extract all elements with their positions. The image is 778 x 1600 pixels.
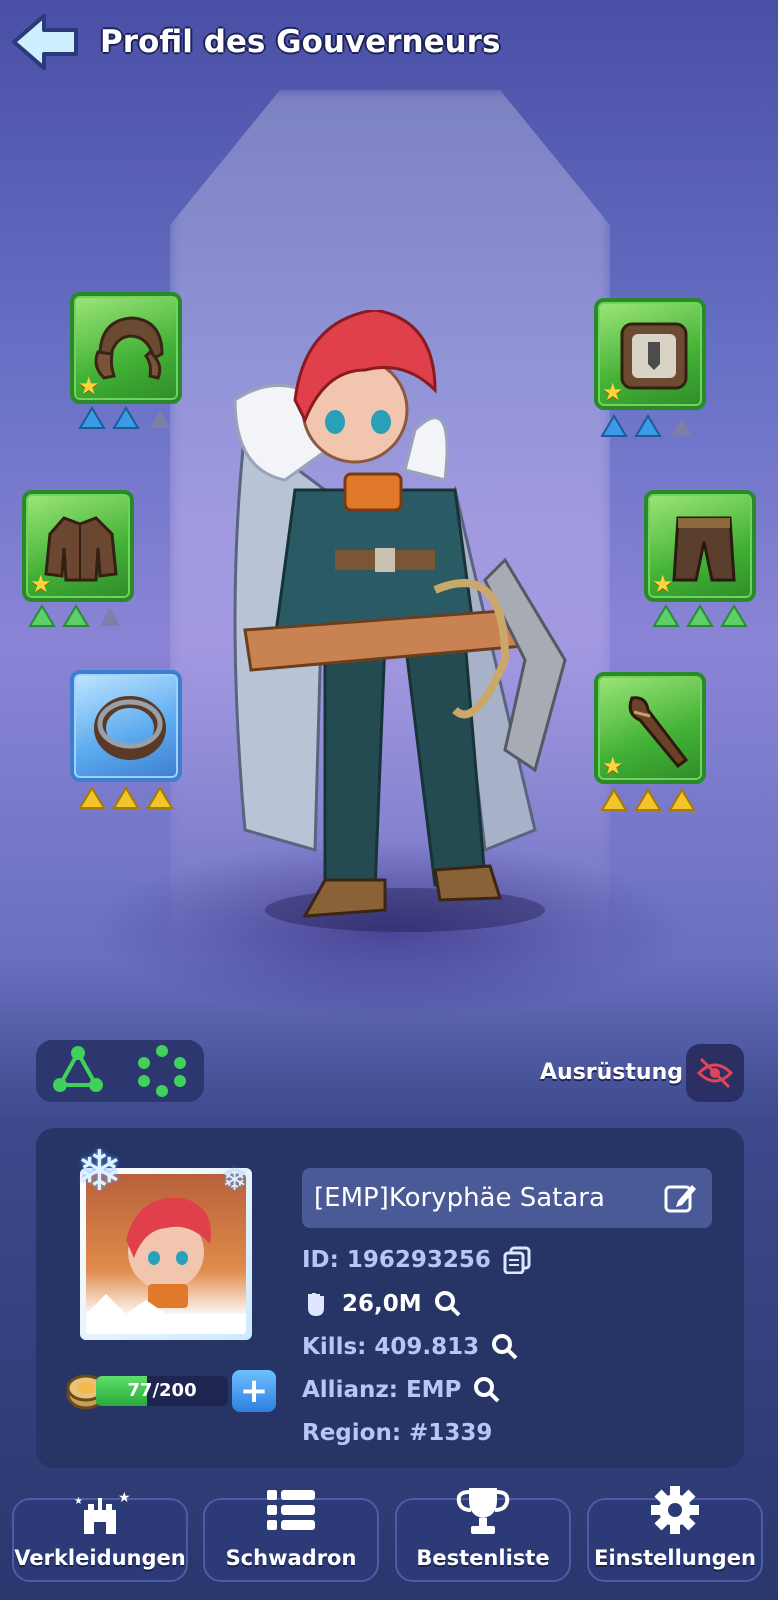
xp-progress-text: 77/200: [127, 1380, 197, 1401]
equipment-slot-helmet[interactable]: ★: [70, 292, 182, 404]
leaderboard-label: Bestenliste: [416, 1546, 550, 1570]
talent-toggle-group: [36, 1040, 204, 1102]
kills-row: Kills: 409.813: [302, 1333, 519, 1361]
equipment-slot-chest[interactable]: ★: [22, 490, 134, 602]
tier-triangle-icon: [62, 604, 90, 627]
squad-button[interactable]: Schwadron: [203, 1490, 379, 1582]
shield-badge-icon: [620, 322, 688, 390]
tier-triangle-icon: [146, 786, 174, 809]
tier-triangle-icon: [686, 604, 714, 627]
governor-id-row: ID: 196293256: [302, 1246, 531, 1274]
tier-triangle-icon: [112, 406, 140, 429]
star-icon: ★: [602, 378, 624, 406]
toggle-equipment-visibility-button[interactable]: [686, 1044, 744, 1102]
governor-name: [EMP]Koryphäe Satara: [314, 1183, 605, 1213]
equipment-slot-ring[interactable]: [70, 670, 182, 782]
squad-label: Schwadron: [225, 1546, 357, 1570]
tier-triangle-icon: [652, 604, 680, 627]
kills-value: Kills: 409.813: [302, 1334, 480, 1360]
tier-triangle-icon: [112, 786, 140, 809]
circle-nodes-icon[interactable]: [134, 1043, 190, 1099]
star-icon: ★: [602, 752, 624, 780]
search-icon[interactable]: [434, 1290, 462, 1318]
arrow-left-icon: [12, 14, 78, 70]
equipment-slot-weapon[interactable]: ★: [594, 672, 706, 784]
gear-icon: [651, 1486, 699, 1534]
xp-progress-bar: 77/200: [96, 1376, 228, 1406]
costumes-button[interactable]: ★ ★ Verkleidungen: [12, 1490, 188, 1582]
tier-triangle-icon: [28, 604, 56, 627]
triangle-nodes-icon[interactable]: [50, 1043, 106, 1099]
back-button[interactable]: [10, 12, 80, 72]
tier-triangle-icon: [668, 788, 696, 811]
eye-hidden-icon: [696, 1057, 734, 1089]
leaderboard-button[interactable]: Bestenliste: [395, 1488, 571, 1582]
fist-icon: [308, 1293, 324, 1316]
pants-icon: [672, 516, 736, 582]
snowflake-icon: ❄: [222, 1163, 248, 1198]
plus-icon: +: [239, 1371, 269, 1411]
settings-button[interactable]: Einstellungen: [587, 1486, 763, 1582]
tier-indicators: [28, 604, 124, 628]
tier-triangle-icon: [78, 406, 106, 429]
star-icon: ★: [652, 570, 674, 598]
star-icon: ★: [78, 372, 100, 400]
power-value: 26,0M: [342, 1291, 422, 1317]
equipment-label: Ausrüstung: [540, 1060, 683, 1085]
ring-icon: [94, 696, 166, 760]
tier-triangle-icon: [78, 786, 106, 809]
tier-indicators: [652, 604, 748, 628]
search-icon[interactable]: [491, 1333, 519, 1361]
costumes-label: Verkleidungen: [14, 1546, 186, 1570]
tier-indicators: [78, 786, 174, 810]
alliance-row: Allianz: EMP: [302, 1376, 501, 1404]
snowflake-icon: ❄: [76, 1139, 123, 1204]
search-icon[interactable]: [473, 1376, 501, 1404]
castle-icon: ★ ★: [74, 1490, 130, 1534]
governor-name-field: [EMP]Koryphäe Satara: [302, 1168, 712, 1228]
tier-indicators: [600, 788, 696, 812]
governor-id: ID: 196293256: [302, 1247, 491, 1273]
helmet-icon: [94, 316, 164, 380]
tier-indicators: [78, 406, 174, 430]
list-icon: [267, 1490, 315, 1530]
governor-character[interactable]: [205, 310, 605, 950]
club-icon: [628, 696, 689, 769]
region-value: Region: #1339: [302, 1420, 493, 1446]
tier-indicators: [600, 414, 696, 438]
svg-text:★: ★: [118, 1490, 130, 1506]
star-icon: ★: [30, 570, 52, 598]
svg-text:★: ★: [74, 1496, 83, 1507]
tier-triangle-icon: [634, 414, 662, 437]
tier-triangle-icon: [150, 410, 170, 428]
equipment-slot-legs[interactable]: ★: [644, 490, 756, 602]
tier-triangle-icon: [634, 788, 662, 811]
tier-triangle-icon: [100, 608, 120, 626]
trophy-icon: [456, 1488, 510, 1534]
settings-label: Einstellungen: [594, 1546, 756, 1570]
tier-triangle-icon: [672, 418, 692, 436]
tier-triangle-icon: [720, 604, 748, 627]
add-xp-button[interactable]: +: [232, 1370, 276, 1412]
alliance-value: Allianz: EMP: [302, 1377, 462, 1403]
edit-icon[interactable]: [664, 1181, 698, 1215]
region-row: Region: #1339: [302, 1420, 492, 1446]
copy-icon[interactable]: [503, 1246, 531, 1274]
equipment-slot-accessory[interactable]: ★: [594, 298, 706, 410]
power-row: 26,0M: [302, 1290, 462, 1318]
jacket-icon: [44, 516, 118, 582]
page-title: Profil des Gouverneurs: [100, 24, 501, 60]
